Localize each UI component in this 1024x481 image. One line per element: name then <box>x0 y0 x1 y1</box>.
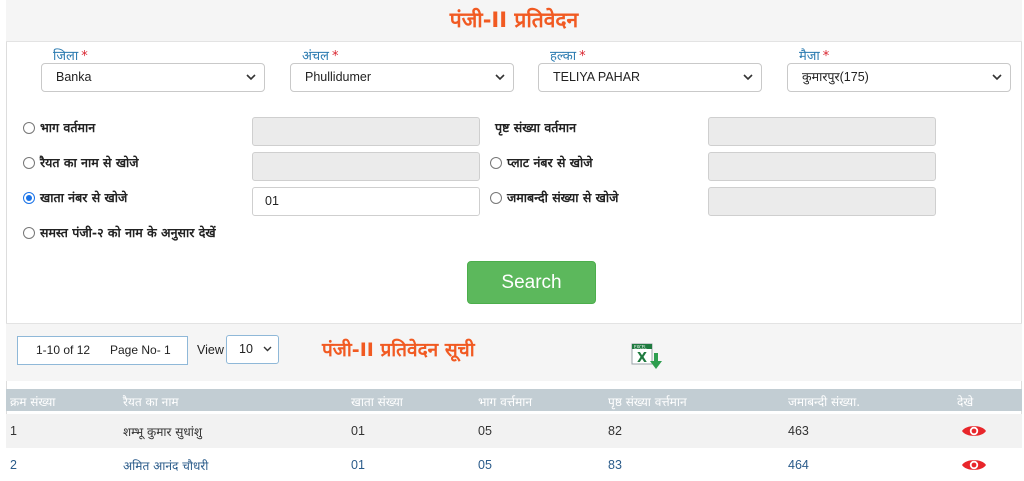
radio-button[interactable] <box>490 191 502 204</box>
search-button[interactable]: Search <box>467 261 596 304</box>
view-label: View <box>197 343 224 357</box>
cell-prishth: 82 <box>608 424 622 438</box>
option-raiyat-name[interactable]: रैयत का नाम से खोजे <box>23 154 139 171</box>
table-header: क्रम संख्या रैयत का नाम खाता संख्या भाग … <box>6 389 1022 411</box>
cell-khata: 01 <box>351 424 365 438</box>
radio-button[interactable] <box>23 226 35 239</box>
cell-raiyat-name: शम्भू कुमार सुधांशु <box>123 425 202 439</box>
circle-label: अंचल * <box>302 49 339 64</box>
header-raiyat-name: रैयत का नाम <box>123 395 179 409</box>
chevron-down-icon <box>263 346 272 352</box>
district-label: जिला * <box>53 49 88 64</box>
option-all-by-name[interactable]: समस्त पंजी-२ को नाम के अनुसार देखें <box>23 224 216 241</box>
list-title: पंजी-II प्रतिवेदन सूची <box>322 339 475 361</box>
radio-button[interactable] <box>23 156 35 169</box>
cell-bhag: 05 <box>478 424 492 438</box>
eye-icon[interactable] <box>961 457 987 473</box>
cell-bhag: 05 <box>478 458 492 472</box>
cell-raiyat-name: अमित आनंद चौधरी <box>123 459 209 473</box>
khata-number-input[interactable]: 01 <box>252 187 480 216</box>
table-row: 1 शम्भू कुमार सुधांशु 01 05 82 463 <box>6 414 1022 448</box>
page-number: Page No- 1 <box>110 343 171 357</box>
chevron-down-icon <box>246 74 256 81</box>
halka-select[interactable]: TELIYA PAHAR <box>538 63 762 92</box>
radio-button[interactable] <box>490 156 502 169</box>
raiyat-name-input[interactable] <box>252 152 480 181</box>
svg-text:X: X <box>637 351 647 366</box>
mauja-filter: मैजा * कुमारपुर(175) <box>787 49 1011 92</box>
header-jamabandi: जमाबन्दी संख्या. <box>788 395 861 409</box>
halka-label: हल्का * <box>550 49 586 64</box>
circle-filter: अंचल * Phullidumer <box>290 49 514 92</box>
chevron-down-icon <box>743 74 753 81</box>
page-size-select[interactable]: 10 <box>226 335 279 364</box>
option-plot-number[interactable]: प्लाट नंबर से खोजे <box>490 154 593 171</box>
cell-jamabandi: 464 <box>788 458 809 472</box>
radio-button[interactable] <box>23 121 35 134</box>
cell-prishth: 83 <box>608 458 622 472</box>
mauja-select[interactable]: कुमारपुर(175) <box>787 63 1011 92</box>
prishth-sankhya-input[interactable] <box>708 117 936 146</box>
district-filter: जिला * Banka <box>41 49 265 92</box>
option-jamabandi-number[interactable]: जमाबन्दी संख्या से खोजे <box>490 189 618 206</box>
header-view: देखे <box>957 395 974 409</box>
cell-jamabandi: 463 <box>788 424 809 438</box>
mauja-label: मैजा * <box>799 49 830 64</box>
plot-number-input[interactable] <box>708 152 936 181</box>
header-serial: क्रम संख्या <box>10 395 56 409</box>
record-range: 1-10 of 12 <box>36 343 91 357</box>
header-khata: खाता संख्या <box>351 395 403 409</box>
table-row: 2 अमित आनंद चौधरी 01 05 83 464 <box>6 448 1022 481</box>
jamabandi-number-input[interactable] <box>708 187 936 216</box>
radio-button-checked[interactable] <box>23 191 35 204</box>
excel-export-icon[interactable]: EXCEL X <box>630 339 666 371</box>
cell-khata: 01 <box>351 458 365 472</box>
header-prishth: पृष्ठ संख्या वर्त्तमान <box>608 395 687 409</box>
header-bhag: भाग वर्त्तमान <box>478 395 533 409</box>
bhag-vartman-input[interactable] <box>252 117 480 146</box>
cell-serial: 1 <box>10 424 17 438</box>
option-khata-number[interactable]: खाता नंबर से खोजे <box>23 189 127 206</box>
district-select[interactable]: Banka <box>41 63 265 92</box>
cell-serial: 2 <box>10 458 17 472</box>
pagination-info: 1-10 of 12 Page No- 1 <box>17 336 188 365</box>
option-bhag-vartman[interactable]: भाग वर्तमान <box>23 119 95 136</box>
eye-icon[interactable] <box>961 423 987 439</box>
circle-select[interactable]: Phullidumer <box>290 63 514 92</box>
page-title: पंजी-II प्रतिवेदन <box>449 8 579 32</box>
option-prishth-sankhya: पृष्ट संख्या वर्तमान <box>495 120 577 135</box>
halka-filter: हल्का * TELIYA PAHAR <box>538 49 762 92</box>
title-bar: पंजी-II प्रतिवेदन <box>6 0 1022 42</box>
chevron-down-icon <box>992 74 1002 81</box>
svg-text:EXCEL: EXCEL <box>634 344 647 349</box>
chevron-down-icon <box>495 74 505 81</box>
